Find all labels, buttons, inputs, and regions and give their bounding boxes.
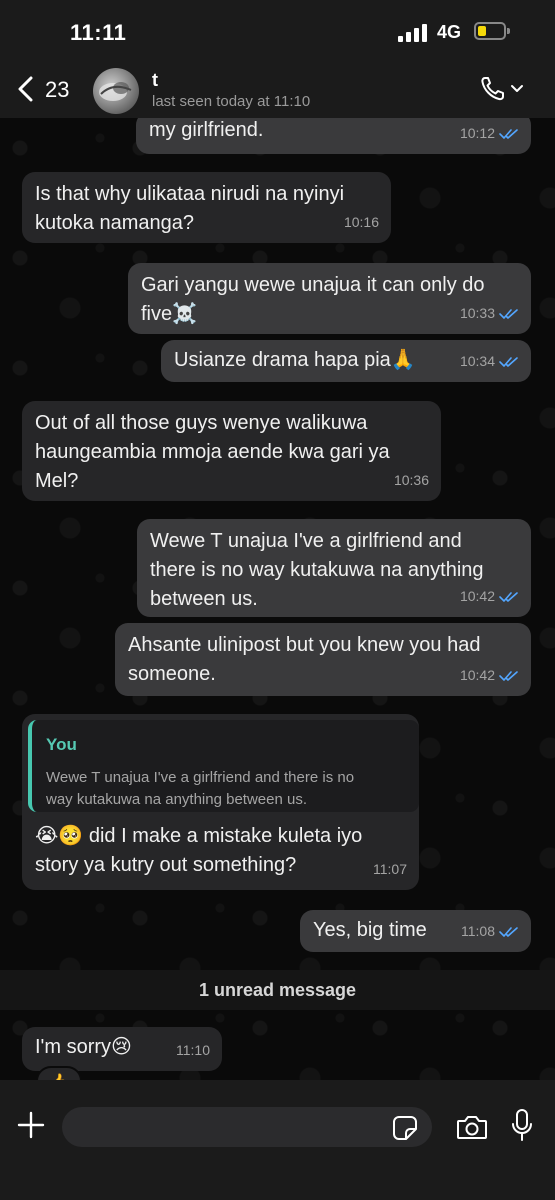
read-ticks-icon [499,308,518,319]
message-meta: 10:42 [460,661,519,690]
message-meta: 10:42 [460,582,519,611]
read-ticks-icon [499,591,518,602]
message-bubble-outgoing[interactable]: Gari yangu wewe unajua it can only do fi… [128,263,531,334]
battery-icon [474,22,510,40]
phone-icon[interactable] [479,74,529,104]
message-bubble-outgoing[interactable]: Ahsante ulinipost but you knew you had s… [115,623,531,696]
message-meta: 11:10 [176,1036,210,1065]
quoted-sender: You [46,735,77,754]
last-seen-status: last seen today at 11:10 [152,93,311,110]
back-chevron-icon[interactable] [16,76,38,102]
composer-bar [0,1080,555,1200]
read-ticks-icon [499,926,518,937]
read-ticks-icon [499,128,518,139]
message-bubble-outgoing[interactable]: Wewe T unajua I've a girlfriend and ther… [137,519,531,617]
message-meta: 11:08 [461,917,519,946]
message-bubble-incoming[interactable]: I'm sorry😢 11:10 [22,1027,222,1071]
message-meta: 10:36 [394,466,429,495]
message-meta: 10:12 [460,119,519,148]
message-time: 11:08 [461,923,495,939]
message-time: 10:12 [459,125,495,141]
message-meta: 10:16 [344,208,379,237]
message-text: 😭🥺 did I make a mistake kuleta iyo story… [35,825,363,876]
message-bubble-incoming-reply[interactable]: You Wewe T unajua I've a girlfriend and … [22,714,419,890]
read-ticks-icon [499,356,518,367]
quoted-message[interactable]: You Wewe T unajua I've a girlfriend and … [28,720,419,812]
quoted-text: Wewe T unajua I've a girlfriend and ther… [46,769,355,808]
read-ticks-icon [499,670,518,681]
status-bar: 11:11 4G [0,0,555,62]
message-meta: 11:07 [373,855,407,884]
message-time: 10:16 [343,214,379,230]
message-meta: 10:34 [460,347,519,376]
signal-icon [398,24,432,42]
message-time: 10:42 [459,667,495,683]
message-time: 10:34 [459,353,495,369]
message-text: Out of all those guys wenye walikuwa hau… [35,412,390,492]
message-input[interactable] [62,1107,432,1147]
unread-divider: 1 unread message [0,970,555,1010]
message-meta: 10:33 [460,299,519,328]
camera-icon[interactable] [456,1113,488,1141]
message-time: 11:10 [176,1042,210,1058]
unread-chats-count[interactable]: 23 [45,77,69,103]
message-bubble-outgoing[interactable]: Usianze drama hapa pia🙏 10:34 [161,340,531,382]
chat-header: 23 t last seen today at 11:10 [0,62,555,119]
mic-icon[interactable] [510,1108,534,1144]
unread-label: 1 unread message [198,980,357,1000]
chat-area[interactable]: my girlfriend. 10:12 Is that why ulikata… [0,118,555,1080]
network-type: 4G [437,22,462,42]
message-time: 10:36 [393,472,429,488]
message-bubble-incoming[interactable]: Out of all those guys wenye walikuwa hau… [22,401,441,501]
message-time: 11:07 [373,861,407,877]
plus-icon[interactable] [16,1110,46,1140]
sticker-icon[interactable] [392,1115,418,1141]
contact-avatar[interactable] [93,68,139,114]
message-time: 10:33 [459,305,495,321]
message-bubble-outgoing[interactable]: Yes, big time 11:08 [300,910,531,952]
contact-name[interactable]: t [152,70,158,91]
message-bubble-incoming[interactable]: Is that why ulikataa nirudi na nyinyi ku… [22,172,391,243]
message-bubble-outgoing[interactable]: my girlfriend. 10:12 [136,118,531,154]
message-time: 10:42 [459,588,495,604]
status-time: 11:11 [70,20,127,45]
message-text: Is that why ulikataa nirudi na nyinyi ku… [35,183,345,234]
